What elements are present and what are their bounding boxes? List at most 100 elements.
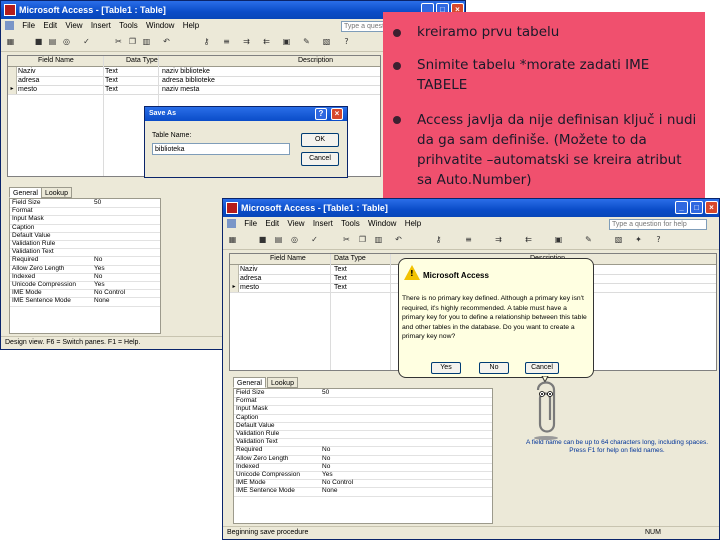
- property-row[interactable]: IME Sentence Mode None: [234, 487, 492, 497]
- menu-view[interactable]: View: [65, 21, 82, 30]
- new-object-icon[interactable]: ✦: [633, 234, 644, 245]
- property-value[interactable]: None: [322, 487, 338, 495]
- menu-help[interactable]: Help: [183, 21, 199, 30]
- save-icon[interactable]: ■: [33, 36, 44, 47]
- spelling-icon[interactable]: ✓: [81, 36, 92, 47]
- cut-icon[interactable]: ✂: [113, 36, 124, 47]
- tab-general[interactable]: General: [233, 377, 266, 388]
- copy-icon[interactable]: ❐: [127, 36, 138, 47]
- save-icon[interactable]: ■: [257, 234, 268, 245]
- save-as-title-bar[interactable]: Save As ? ×: [145, 107, 347, 121]
- property-value[interactable]: No Control: [322, 479, 353, 487]
- table-name-input[interactable]: biblioteka: [152, 143, 290, 155]
- field-name-cell[interactable]: adresa: [18, 76, 39, 85]
- field-name-cell[interactable]: mesto: [18, 85, 37, 94]
- preview-icon[interactable]: ◎: [61, 36, 72, 47]
- spelling-icon[interactable]: ✓: [309, 234, 320, 245]
- undo-icon[interactable]: ↶: [161, 36, 172, 47]
- properties-icon[interactable]: ▣: [281, 36, 292, 47]
- data-type-cell[interactable]: Text: [334, 274, 347, 283]
- property-value[interactable]: No: [94, 256, 102, 264]
- property-value[interactable]: 50: [322, 389, 329, 397]
- property-value[interactable]: 50: [94, 199, 101, 207]
- dialog-help-icon[interactable]: ?: [315, 108, 327, 120]
- data-type-cell[interactable]: Text: [105, 85, 118, 94]
- maximize-icon[interactable]: □: [690, 201, 703, 214]
- database-window-icon[interactable]: ▧: [321, 36, 332, 47]
- print-icon[interactable]: ▤: [47, 36, 58, 47]
- property-value[interactable]: No Control: [94, 289, 125, 297]
- dialog-close-icon[interactable]: ×: [331, 108, 343, 120]
- property-value[interactable]: Yes: [322, 471, 333, 479]
- delete-rows-icon[interactable]: ⇇: [261, 36, 272, 47]
- menu-insert[interactable]: Insert: [91, 21, 111, 30]
- indexes-icon[interactable]: ≡: [221, 36, 232, 47]
- menu-edit[interactable]: Edit: [43, 21, 57, 30]
- property-value[interactable]: No: [322, 463, 330, 471]
- build-icon[interactable]: ✎: [583, 234, 594, 245]
- data-type-cell[interactable]: Text: [105, 67, 118, 76]
- data-type-cell[interactable]: Text: [334, 265, 347, 274]
- help-icon[interactable]: ?: [653, 234, 664, 245]
- view-icon[interactable]: ▦: [227, 234, 238, 245]
- front-help-search-input[interactable]: Type a question for help: [609, 219, 707, 230]
- balloon-cancel-button[interactable]: Cancel: [525, 362, 559, 374]
- menu-window[interactable]: Window: [146, 21, 174, 30]
- primary-key-icon[interactable]: ⚷: [201, 36, 212, 47]
- field-name-cell[interactable]: adresa: [240, 274, 261, 283]
- no-button[interactable]: No: [479, 362, 509, 374]
- print-icon[interactable]: ▤: [273, 234, 284, 245]
- tab-lookup[interactable]: Lookup: [41, 187, 72, 198]
- close-icon[interactable]: ×: [705, 201, 718, 214]
- office-assistant-clip-icon[interactable]: [526, 376, 566, 440]
- menu-file[interactable]: File: [244, 219, 257, 228]
- insert-rows-icon[interactable]: ⇉: [493, 234, 504, 245]
- minimize-icon[interactable]: _: [675, 201, 688, 214]
- property-value[interactable]: No: [94, 273, 102, 281]
- help-icon[interactable]: ?: [341, 36, 352, 47]
- tab-general[interactable]: General: [9, 187, 42, 198]
- row-selector[interactable]: [230, 274, 239, 283]
- database-window-icon[interactable]: ▧: [613, 234, 624, 245]
- field-name-cell[interactable]: Naziv: [18, 67, 36, 76]
- menu-edit[interactable]: Edit: [265, 219, 279, 228]
- description-cell[interactable]: adresa biblioteke: [162, 76, 215, 85]
- property-row[interactable]: IME Sentence Mode None: [10, 297, 160, 307]
- menu-tools[interactable]: Tools: [341, 219, 360, 228]
- menu-tools[interactable]: Tools: [119, 21, 138, 30]
- menu-view[interactable]: View: [287, 219, 304, 228]
- delete-rows-icon[interactable]: ⇇: [523, 234, 534, 245]
- description-cell[interactable]: naziv mesta: [162, 85, 199, 94]
- property-value[interactable]: No: [322, 455, 330, 463]
- insert-rows-icon[interactable]: ⇉: [241, 36, 252, 47]
- table-row[interactable]: ▸ mesto Text naziv mesta: [8, 85, 380, 95]
- row-selector[interactable]: [8, 67, 17, 76]
- property-value[interactable]: No: [322, 446, 330, 454]
- primary-key-icon[interactable]: ⚷: [433, 234, 444, 245]
- data-type-cell[interactable]: Text: [105, 76, 118, 85]
- paste-icon[interactable]: ▥: [373, 234, 384, 245]
- undo-icon[interactable]: ↶: [393, 234, 404, 245]
- cancel-button[interactable]: Cancel: [301, 152, 339, 166]
- row-selector[interactable]: [230, 265, 239, 274]
- field-name-cell[interactable]: Naziv: [240, 265, 258, 274]
- property-value[interactable]: Yes: [94, 265, 105, 273]
- view-icon[interactable]: ▦: [5, 36, 16, 47]
- menu-insert[interactable]: Insert: [313, 219, 333, 228]
- current-row-marker[interactable]: ▸: [8, 85, 17, 94]
- back-help-search-input[interactable]: Type a quest: [341, 21, 385, 32]
- description-cell[interactable]: naziv biblioteke: [162, 67, 210, 76]
- menu-window[interactable]: Window: [368, 219, 396, 228]
- cut-icon[interactable]: ✂: [341, 234, 352, 245]
- paste-icon[interactable]: ▥: [141, 36, 152, 47]
- preview-icon[interactable]: ◎: [289, 234, 300, 245]
- data-type-cell[interactable]: Text: [334, 283, 347, 292]
- indexes-icon[interactable]: ≡: [463, 234, 474, 245]
- menu-help[interactable]: Help: [405, 219, 421, 228]
- build-icon[interactable]: ✎: [301, 36, 312, 47]
- yes-button[interactable]: Yes: [431, 362, 461, 374]
- property-value[interactable]: None: [94, 297, 110, 305]
- properties-icon[interactable]: ▣: [553, 234, 564, 245]
- property-value[interactable]: Yes: [94, 281, 105, 289]
- tab-lookup[interactable]: Lookup: [267, 377, 298, 388]
